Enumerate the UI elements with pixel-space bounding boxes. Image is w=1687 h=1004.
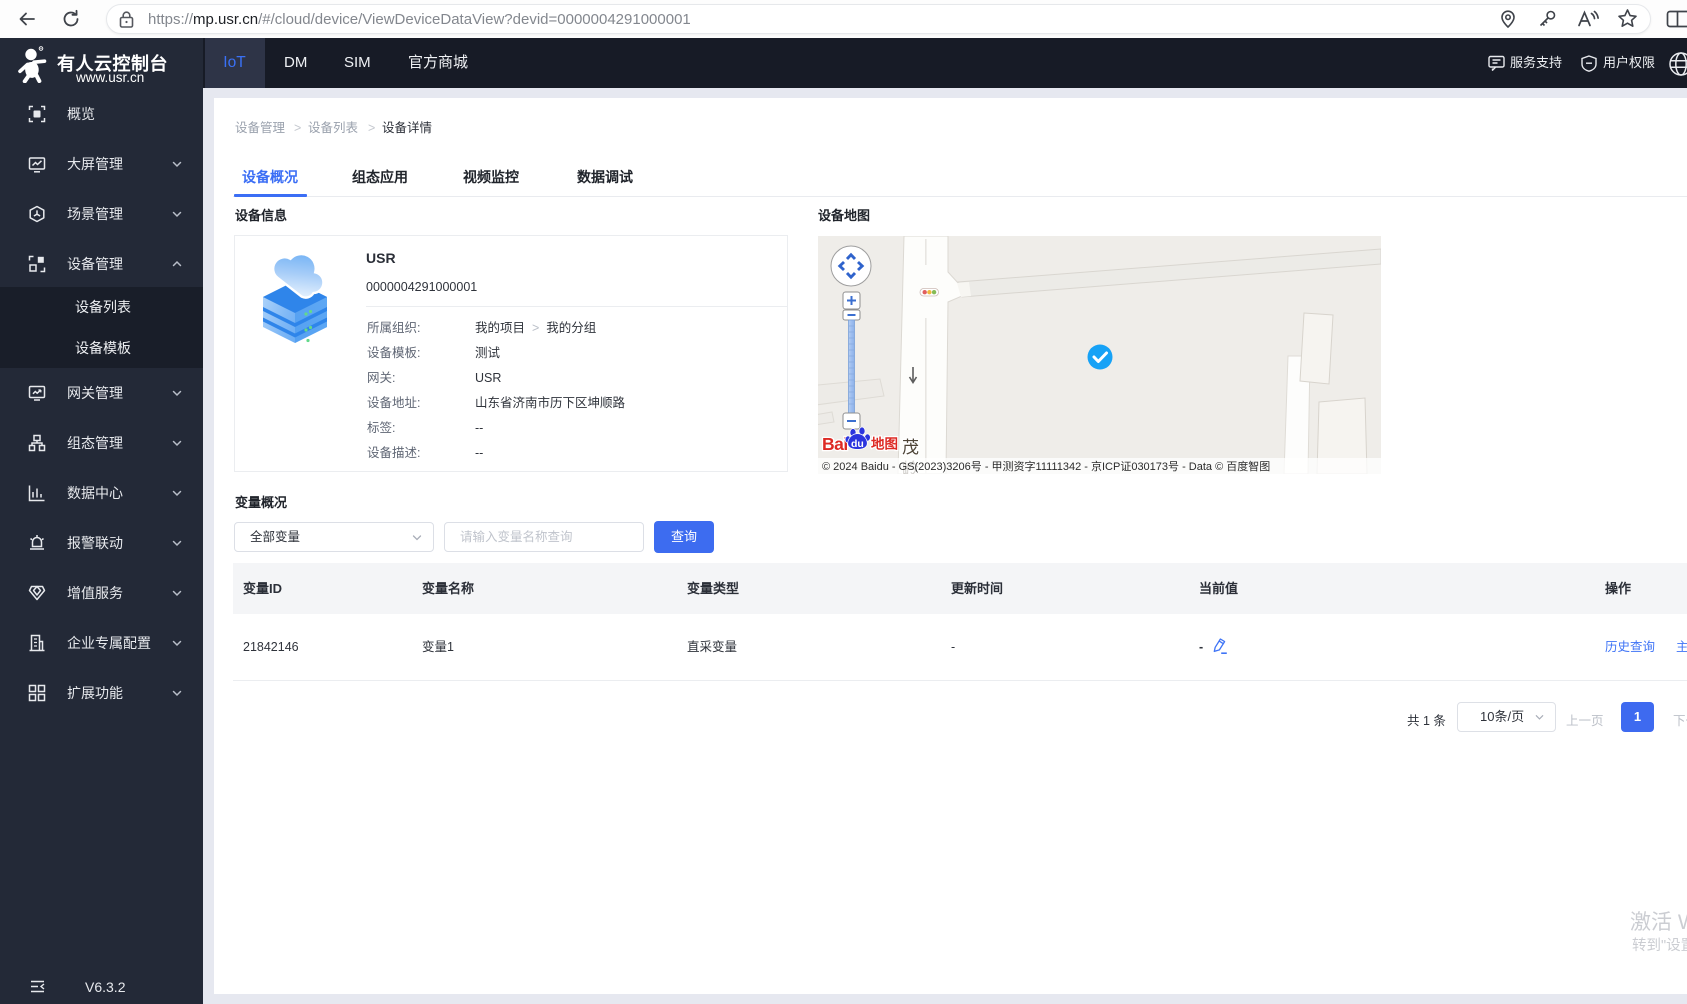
svg-text:地图: 地图 [871, 436, 898, 452]
svg-text:© 2024 Baidu - GS(2023)3206号 -: © 2024 Baidu - GS(2023)3206号 - 甲测资字11111… [822, 459, 1270, 473]
svg-text:Bai: Bai [822, 434, 848, 454]
svg-text:茂: 茂 [902, 438, 919, 457]
svg-text:du: du [851, 438, 864, 450]
